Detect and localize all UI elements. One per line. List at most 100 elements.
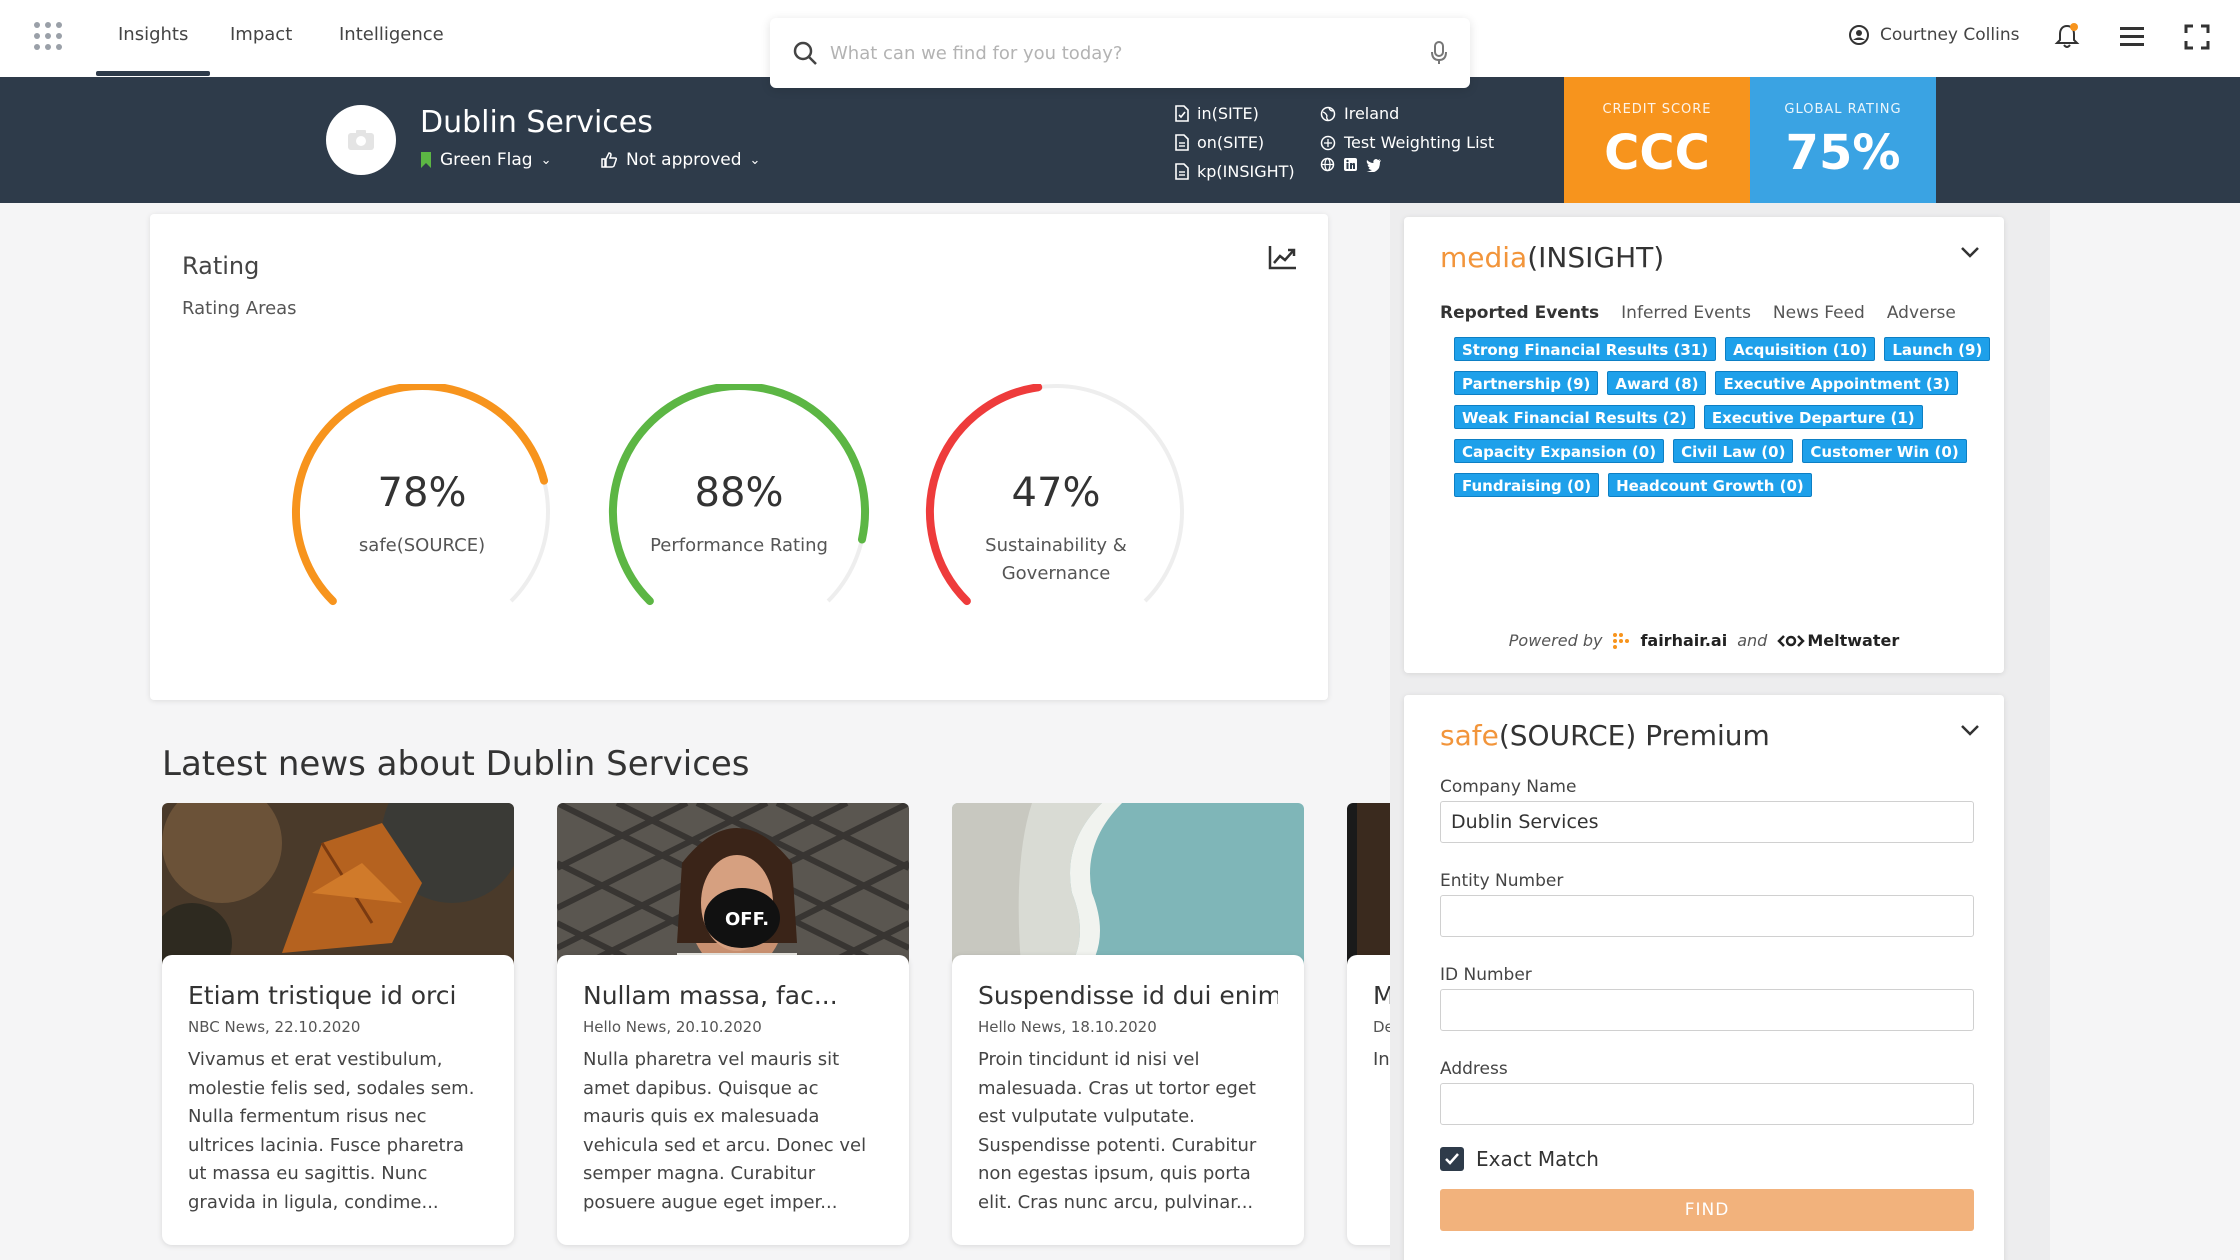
twitter-icon[interactable] [1366,158,1382,172]
scale-icon [1320,135,1336,150]
event-tag[interactable]: Headcount Growth (0) [1608,473,1812,497]
news-carousel: Etiam tristique id orci NBC News, 22.10.… [150,795,1390,1260]
link-kpinsight[interactable]: kp(INSIGHT) [1175,157,1295,186]
media-insight-card: media(INSIGHT) Reported Events Inferred … [1404,217,2004,673]
event-tag[interactable]: Strong Financial Results (31) [1454,337,1717,361]
meltwater-logo-icon [1777,634,1806,647]
news-title[interactable]: Suspendisse id dui enim [978,981,1278,1010]
news-meta: De [1373,1018,1390,1036]
gauge-label: safe(SOURCE) [358,535,486,556]
hamburger-menu-icon[interactable] [2118,24,2146,48]
media-insight-title: media(INSIGHT) [1440,241,1665,274]
camera-icon [348,130,374,150]
news-body: Nullam massa, fac... Hello News, 20.10.2… [557,955,909,1245]
event-tag[interactable]: Civil Law (0) [1673,439,1794,463]
partner-fairhair: fairhair.ai [1640,631,1728,650]
event-tag[interactable]: Award (8) [1607,371,1707,395]
thumbs-up-icon [601,152,618,168]
tab-inferred-events[interactable]: Inferred Events [1621,303,1751,323]
exact-match-checkbox[interactable] [1440,1147,1464,1171]
microphone-icon[interactable] [1430,40,1448,66]
safesource-title: safe(SOURCE) Premium [1440,719,1770,752]
id-number-field[interactable] [1440,989,1974,1031]
credit-score-value: CCC [1604,125,1710,181]
event-tag[interactable]: Weak Financial Results (2) [1454,405,1695,429]
document-icon [1175,134,1189,151]
event-tag[interactable]: Fundraising (0) [1454,473,1600,497]
news-meta: Hello News, 20.10.2020 [583,1018,762,1036]
news-image-dark [1347,803,1390,978]
address-field[interactable] [1440,1083,1974,1125]
fullscreen-icon[interactable] [2184,24,2210,50]
weighting-list[interactable]: Test Weighting List [1320,128,1494,157]
flag-label: Green Flag [440,150,533,170]
tab-adverse[interactable]: Adverse [1887,303,1956,323]
search-icon[interactable] [792,40,818,66]
link-insite[interactable]: in(SITE) [1175,99,1295,128]
search-bar [770,18,1470,88]
partner-meltwater: Meltwater [1807,631,1900,650]
find-button[interactable]: FIND [1440,1189,1974,1231]
news-heading: Latest news about Dublin Services [162,744,750,784]
event-tag[interactable]: Capacity Expansion (0) [1454,439,1665,463]
approval-dropdown[interactable]: Not approved ⌄ [600,150,760,170]
tab-news-feed[interactable]: News Feed [1773,303,1865,323]
tab-reported-events[interactable]: Reported Events [1440,303,1599,323]
globe-icon [1320,106,1336,121]
event-tag[interactable]: Executive Departure (1) [1703,405,1923,429]
apps-grid-icon[interactable] [34,22,62,50]
news-title[interactable]: M [1373,981,1390,1010]
event-tags: Strong Financial Results (31) Acquisitio… [1454,337,2014,507]
social-links [1320,157,1494,172]
news-image-leaf [162,803,514,978]
tab-insights[interactable]: Insights [95,24,211,76]
company-name-field[interactable] [1440,801,1974,843]
credit-score-box: CREDIT SCORE CCC [1564,77,1750,203]
chevron-down-icon[interactable] [1960,245,1980,259]
powered-by-label: Powered by [1508,631,1603,650]
news-text: In c n m [1373,1049,1390,1070]
company-name-label: Company Name [1440,777,1577,797]
and-label: and [1737,631,1768,650]
gauge-value: 78% [377,470,467,516]
exact-match-row: Exact Match [1440,1147,1599,1171]
chevron-down-icon[interactable] [1960,723,1980,737]
news-text: Nulla pharetra vel mauris sit amet dapib… [583,1049,867,1213]
news-image-beach [952,803,1304,978]
id-number-label: ID Number [1440,965,1532,985]
news-meta: Hello News, 18.10.2020 [978,1018,1157,1036]
site-links: in(SITE) on(SITE) kp(INSIGHT) [1175,99,1295,186]
credit-score-label: CREDIT SCORE [1602,102,1712,117]
linkedin-icon[interactable] [1343,157,1358,172]
event-tag[interactable]: Launch (9) [1884,337,1991,361]
bookmark-icon [421,152,431,168]
event-tag[interactable]: Executive Appointment (3) [1715,371,1959,395]
rating-title: Rating [182,252,260,280]
tab-intelligence[interactable]: Intelligence [339,24,444,45]
news-title[interactable]: Nullam massa, fac... [583,981,883,1010]
news-title[interactable]: Etiam tristique id orci [188,981,488,1010]
company-name: Dublin Services [420,105,653,140]
event-tag[interactable]: Partnership (9) [1454,371,1599,395]
user-menu[interactable]: Courtney Collins [1848,24,2019,46]
event-tag[interactable]: Customer Win (0) [1802,439,1967,463]
tab-impact[interactable]: Impact [230,24,292,45]
search-input[interactable] [830,36,1390,70]
news-body: Suspendisse id dui enim Hello News, 18.1… [952,955,1304,1245]
news-image-mask: OFF. [557,803,909,978]
svg-text:OFF.: OFF. [725,909,769,930]
right-panel: media(INSIGHT) Reported Events Inferred … [1390,203,2050,1260]
flag-dropdown[interactable]: Green Flag ⌄ [420,150,552,170]
document-icon [1175,163,1189,180]
checkmark-icon [1445,1153,1459,1165]
bell-icon[interactable] [2054,22,2080,50]
global-rating-value: 75% [1785,125,1901,181]
entity-number-field[interactable] [1440,895,1974,937]
gauge-value: 88% [694,470,784,516]
event-tag[interactable]: Acquisition (10) [1725,337,1876,361]
news-text: Proin tincidunt id nisi vel malesuada. C… [978,1049,1257,1213]
website-icon[interactable] [1320,157,1335,172]
trend-chart-icon[interactable] [1268,244,1298,270]
link-onsite[interactable]: on(SITE) [1175,128,1295,157]
company-logo[interactable] [326,105,396,175]
